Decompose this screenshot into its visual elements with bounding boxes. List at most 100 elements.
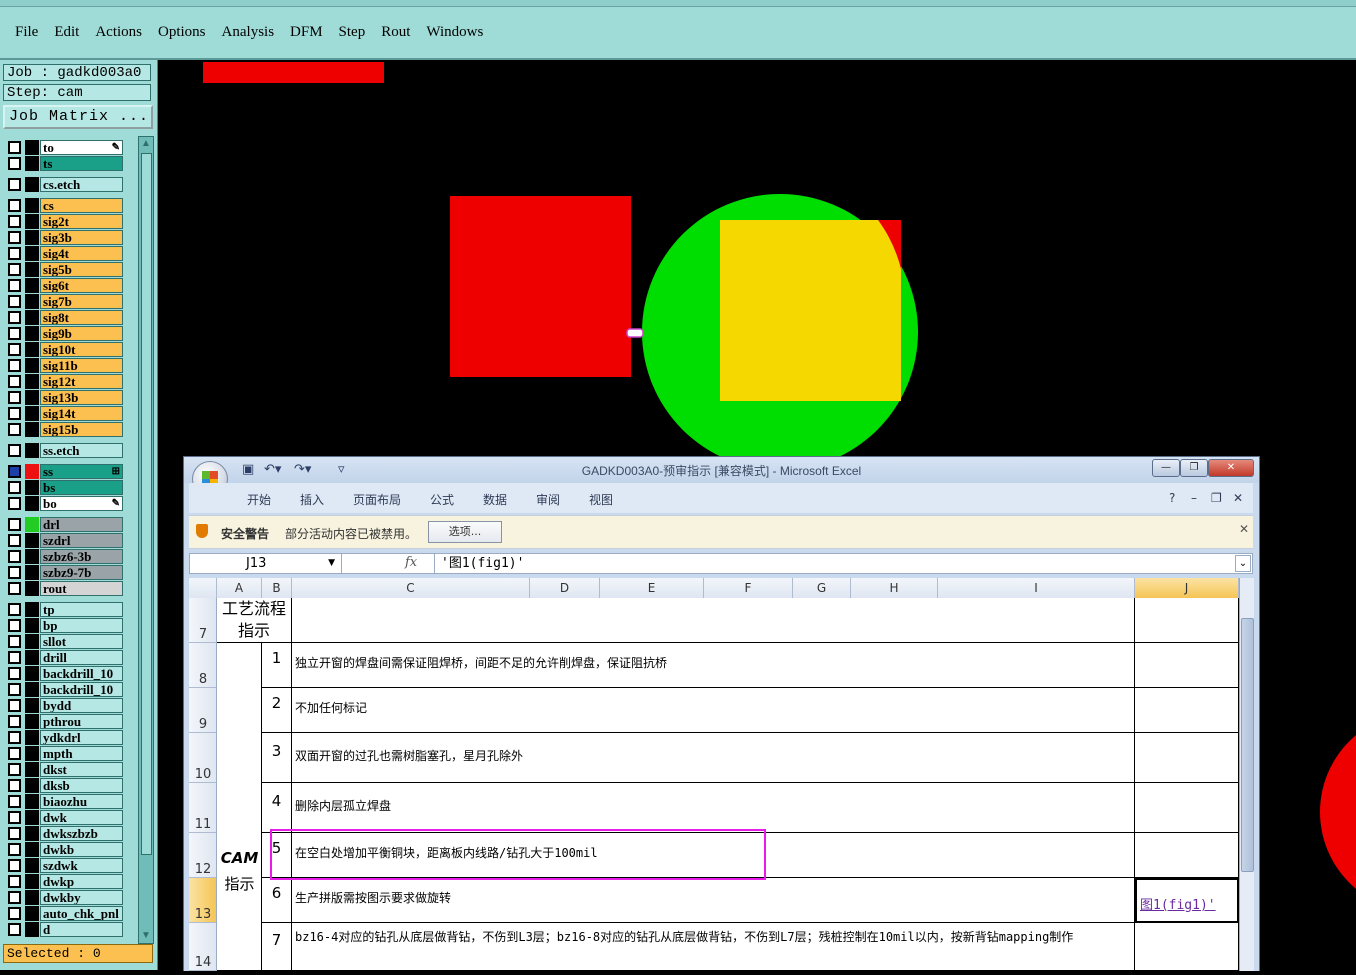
layer-checkbox[interactable] [8,603,21,616]
layer-checkbox[interactable] [8,795,21,808]
layer-color-swatch[interactable] [25,496,39,511]
column-header[interactable]: D [530,578,600,598]
layer-checkbox[interactable] [8,907,21,920]
cell-j[interactable] [1135,923,1239,971]
layer-name[interactable]: sig14t [40,406,123,421]
layer-checkbox[interactable] [8,619,21,632]
layer-row[interactable]: dwkp [3,874,125,889]
customize-qat-icon[interactable]: ▿ [338,462,345,477]
layer-checkbox[interactable] [8,481,21,494]
layer-row[interactable]: sig14t [3,406,125,421]
layer-checkbox[interactable] [8,875,21,888]
layer-checkbox[interactable] [8,279,21,292]
menu-rout[interactable]: Rout [381,24,410,41]
tab-home[interactable]: 开始 [247,491,271,508]
layer-color-swatch[interactable] [25,358,39,373]
layer-checkbox[interactable] [8,407,21,420]
content-cell[interactable] [292,598,1135,643]
layer-checkbox[interactable] [8,667,21,680]
layer-color-swatch[interactable] [25,549,39,564]
layer-name[interactable]: to ✎ [40,140,123,155]
layer-name[interactable]: dksb [40,778,123,793]
layer-checkbox[interactable] [8,923,21,936]
layer-row[interactable]: dkst [3,762,125,777]
scroll-up-icon[interactable]: ▲ [140,138,152,150]
layer-checkbox[interactable] [8,582,21,595]
layer-color-swatch[interactable] [25,714,39,729]
layer-name[interactable]: bydd [40,698,123,713]
layer-checkbox[interactable] [8,327,21,340]
minimize-icon[interactable]: — [1152,459,1180,477]
layer-color-swatch[interactable] [25,246,39,261]
layer-row[interactable]: backdrill_10 [3,682,125,697]
cell-j[interactable] [1135,733,1239,783]
layer-color-swatch[interactable] [25,230,39,245]
layer-name[interactable]: sllot [40,634,123,649]
layer-name[interactable]: rout [40,581,123,596]
layer-row[interactable]: dksb [3,778,125,793]
options-button[interactable]: 选项... [428,521,502,543]
layer-name[interactable]: tp [40,602,123,617]
worksheet-grid[interactable]: ABCDEFGHIJ 7 8 9 10 11 12 13 14 工艺流程指示 CAM 指示 1 独立开窗… [189,578,1239,971]
layer-color-swatch[interactable] [25,464,39,479]
layer-name[interactable]: szdrl [40,533,123,548]
layer-checkbox[interactable] [8,359,21,372]
item-text[interactable]: 删除内层孤立焊盘 [292,783,1135,833]
layer-row[interactable]: sig9b [3,326,125,341]
row-header[interactable]: 8 [189,643,217,688]
menu-file[interactable]: File [15,24,38,41]
layer-name[interactable]: sig7b [40,294,123,309]
layer-color-swatch[interactable] [25,422,39,437]
item-text[interactable]: 不加任何标记 [292,688,1135,733]
cell-j[interactable] [1135,688,1239,733]
select-all-corner[interactable] [189,578,217,598]
layer-name[interactable]: ydkdrl [40,730,123,745]
menu-step[interactable]: Step [339,24,366,41]
layer-checkbox[interactable] [8,263,21,276]
layer-row[interactable]: mpth [3,746,125,761]
layer-row[interactable]: dwkby [3,890,125,905]
column-header[interactable]: J [1135,578,1239,598]
item-number[interactable]: 4 [262,783,292,833]
layer-name[interactable]: sig8t [40,310,123,325]
layer-color-swatch[interactable] [25,602,39,617]
layer-row[interactable]: sig12t [3,374,125,389]
layer-color-swatch[interactable] [25,698,39,713]
close-icon[interactable]: ✕ [1208,459,1254,477]
layer-checkbox[interactable] [8,699,21,712]
layer-color-swatch[interactable] [25,826,39,841]
layer-checkbox[interactable] [8,391,21,404]
layer-list-scrollbar[interactable]: ▲ ▼ [138,136,154,944]
layer-row[interactable]: ss ⊞ [3,464,125,479]
layer-row[interactable]: ss.etch [3,443,125,458]
fx-icon[interactable]: fx [405,555,417,570]
layer-checkbox[interactable] [8,779,21,792]
layer-color-swatch[interactable] [25,794,39,809]
vertical-scroll-thumb[interactable] [1241,618,1254,872]
layer-checkbox[interactable] [8,141,21,154]
layer-name[interactable]: mpth [40,746,123,761]
layer-name[interactable]: ss.etch [40,443,123,458]
layer-color-swatch[interactable] [25,480,39,495]
layer-row[interactable]: sig13b [3,390,125,405]
layer-row[interactable]: sig8t [3,310,125,325]
layer-color-swatch[interactable] [25,634,39,649]
layer-checkbox[interactable] [8,178,21,191]
column-header[interactable]: G [793,578,851,598]
layer-name[interactable]: bs [40,480,123,495]
row-header[interactable]: 12 [189,833,217,878]
layer-color-swatch[interactable] [25,262,39,277]
menu-edit[interactable]: Edit [54,24,79,41]
layer-color-swatch[interactable] [25,682,39,697]
help-icon[interactable]: ? [1169,491,1175,505]
layer-row[interactable]: szbz9-7b [3,565,125,580]
layer-name[interactable]: dwkszbzb [40,826,123,841]
red-square-pad[interactable] [450,196,631,377]
layer-checkbox[interactable] [8,157,21,170]
layer-checkbox[interactable] [8,247,21,260]
column-header[interactable]: C [292,578,530,598]
layer-row[interactable]: ydkdrl [3,730,125,745]
cell-j[interactable] [1135,833,1239,878]
layer-color-swatch[interactable] [25,406,39,421]
layer-color-swatch[interactable] [25,198,39,213]
